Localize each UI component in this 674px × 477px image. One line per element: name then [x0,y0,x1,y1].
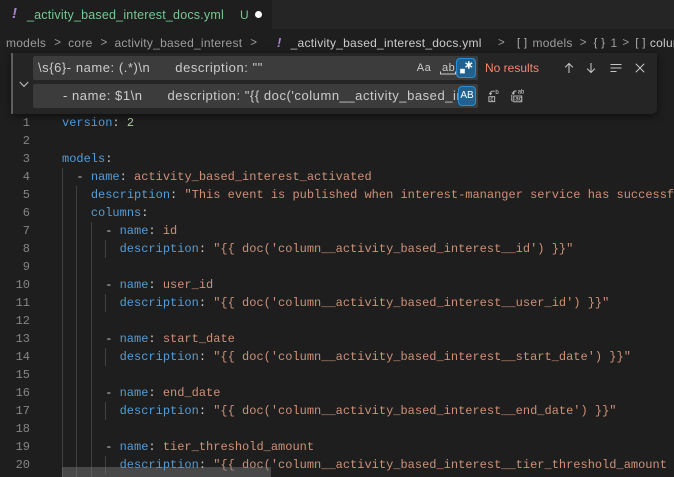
svg-text:ab: ab [442,62,455,74]
svg-text:ab: ab [518,90,525,96]
svg-text:c: c [490,97,493,103]
svg-text:ac: ac [515,96,521,102]
svg-text:b: b [495,90,499,96]
